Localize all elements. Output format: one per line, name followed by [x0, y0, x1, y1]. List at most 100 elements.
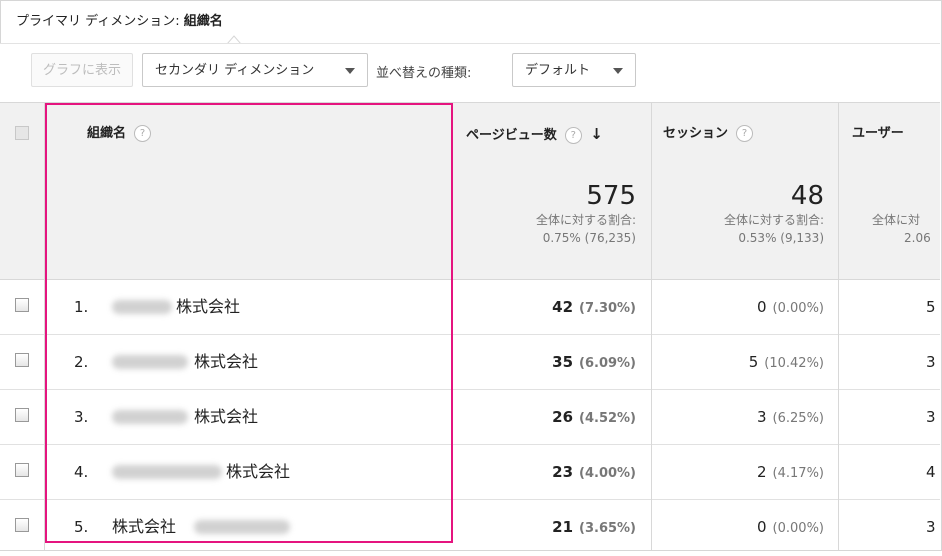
redacted-text: [112, 465, 222, 479]
primary-dimension-label: プライマリ ディメンション:: [16, 14, 180, 29]
row-checkbox[interactable]: [15, 298, 29, 312]
sessions-cell: 0 (0.00%): [652, 280, 824, 336]
sessions-pct: (10.42%): [764, 356, 824, 371]
secondary-dimension-dropdown[interactable]: セカンダリ ディメンション: [142, 53, 368, 87]
column-divider: [838, 102, 839, 550]
pageviews-cell: 35 (6.09%): [460, 335, 636, 391]
pageviews-cell: 26 (4.52%): [460, 390, 636, 446]
pointer-caret-icon: [227, 35, 241, 44]
sort-type-label: 並べ替えの種類:: [376, 66, 472, 81]
help-icon[interactable]: ?: [134, 125, 152, 142]
table-row[interactable]: 2. 株式会社 35 (6.09%) 5 (10.42%) 3: [0, 335, 940, 390]
pageviews-value: 42: [552, 298, 574, 316]
pageviews-value: 26: [552, 408, 574, 426]
sessions-cell: 3 (6.25%): [652, 390, 824, 446]
row-checkbox[interactable]: [15, 408, 29, 422]
redacted-text: [112, 300, 172, 314]
row-checkbox[interactable]: [15, 463, 29, 477]
org-name-link[interactable]: 株式会社: [226, 445, 290, 499]
sort-type-value: デフォルト: [525, 63, 591, 78]
row-checkbox[interactable]: [15, 353, 29, 367]
redacted-text: [194, 520, 290, 534]
row-rank: 4.: [74, 463, 89, 481]
pageviews-pct: (4.00%): [579, 466, 636, 481]
sessions-pct: (6.25%): [772, 411, 824, 426]
total-pageviews-value: 575: [586, 181, 636, 211]
chevron-down-icon: [345, 68, 355, 74]
sessions-value: 0: [757, 518, 767, 536]
pageviews-pct: (4.52%): [579, 411, 636, 426]
select-all-checkbox[interactable]: [15, 126, 29, 140]
sessions-value: 5: [748, 353, 759, 371]
table-header: 組織名? ページビュー数? ↓ セッション? ユーザー: [0, 102, 940, 166]
total-users-pct: 2.06: [904, 231, 931, 245]
column-divider: [44, 102, 45, 550]
pageviews-value: 23: [552, 463, 574, 481]
sort-descending-icon[interactable]: ↓: [590, 125, 603, 143]
sessions-value: 2: [757, 463, 767, 481]
row-rank: 5.: [74, 518, 89, 536]
table-row[interactable]: 4. 株式会社 23 (4.00%) 2 (4.17%) 4: [0, 445, 940, 500]
total-pageviews: 575 全体に対する割合: 0.75% (76,235): [460, 165, 636, 247]
totals-row: 575 全体に対する割合: 0.75% (76,235) 48 全体に対する割合…: [0, 165, 940, 280]
chevron-down-icon: [613, 68, 623, 74]
sort-type-dropdown[interactable]: デフォルト: [512, 53, 636, 87]
table-row[interactable]: 1. 株式会社 42 (7.30%) 0 (0.00%) 5: [0, 280, 940, 335]
column-divider: [651, 102, 652, 550]
users-value: 3: [926, 408, 936, 426]
org-name-link[interactable]: 株式会社: [176, 280, 240, 334]
total-users-label: 全体に対: [872, 213, 921, 227]
row-rank: 1.: [74, 298, 89, 316]
users-value: 4: [926, 463, 936, 481]
sessions-value: 3: [757, 408, 767, 426]
column-header-pageviews-label: ページビュー数: [466, 128, 557, 143]
org-name-link[interactable]: 株式会社: [112, 500, 176, 554]
total-pageviews-label: 全体に対する割合:: [535, 213, 636, 227]
sessions-pct: (0.00%): [772, 521, 824, 536]
pageviews-cell: 21 (3.65%): [460, 500, 636, 556]
org-name-link[interactable]: 株式会社: [194, 390, 258, 444]
primary-dimension: プライマリ ディメンション: 組織名: [16, 10, 223, 29]
sessions-cell: 5 (10.42%): [652, 335, 824, 391]
column-header-org-label: 組織名: [87, 126, 127, 141]
primary-dimension-value[interactable]: 組織名: [184, 14, 223, 29]
column-header-sessions[interactable]: セッション?: [663, 103, 754, 165]
sessions-pct: (4.17%): [772, 466, 824, 481]
column-header-pageviews[interactable]: ページビュー数? ↓: [466, 103, 603, 165]
row-rank: 2.: [74, 353, 89, 371]
total-sessions-pct: 0.53% (9,133): [738, 231, 824, 245]
pageviews-pct: (7.30%): [579, 301, 636, 316]
show-in-graph-button[interactable]: グラフに表示: [31, 53, 133, 87]
help-icon[interactable]: ?: [564, 127, 582, 144]
total-users: 全体に対 2.06: [852, 165, 942, 247]
total-sessions-value: 48: [790, 181, 824, 211]
pageviews-cell: 23 (4.00%): [460, 445, 636, 501]
column-header-org[interactable]: 組織名?: [87, 103, 152, 165]
column-header-sessions-label: セッション: [663, 126, 729, 141]
sessions-cell: 2 (4.17%): [652, 445, 824, 501]
total-sessions: 48 全体に対する割合: 0.53% (9,133): [652, 165, 824, 247]
users-value: 3: [926, 518, 936, 536]
users-value: 5: [926, 298, 936, 316]
column-header-users-label: ユーザー: [852, 126, 904, 141]
pageviews-value: 35: [552, 353, 574, 371]
help-icon[interactable]: ?: [736, 125, 754, 142]
column-header-users[interactable]: ユーザー: [852, 103, 904, 165]
secondary-dimension-label: セカンダリ ディメンション: [155, 63, 315, 78]
sessions-pct: (0.00%): [772, 301, 824, 316]
row-rank: 3.: [74, 408, 89, 426]
pageviews-value: 21: [552, 518, 574, 536]
org-name-link[interactable]: 株式会社: [194, 335, 258, 389]
total-pageviews-pct: 0.75% (76,235): [542, 231, 636, 245]
redacted-text: [112, 355, 188, 369]
pageviews-pct: (3.65%): [579, 521, 636, 536]
table-row[interactable]: 3. 株式会社 26 (4.52%) 3 (6.25%) 3: [0, 390, 940, 445]
row-checkbox[interactable]: [15, 518, 29, 532]
users-value: 3: [926, 353, 936, 371]
pageviews-pct: (6.09%): [579, 356, 636, 371]
redacted-text: [112, 410, 188, 424]
table-row[interactable]: 5. 株式会社 21 (3.65%) 0 (0.00%) 3: [0, 500, 940, 550]
total-sessions-label: 全体に対する割合:: [723, 213, 824, 227]
sessions-value: 0: [757, 298, 767, 316]
table-toolbar: グラフに表示 セカンダリ ディメンション 並べ替えの種類: デフォルト: [0, 43, 940, 102]
